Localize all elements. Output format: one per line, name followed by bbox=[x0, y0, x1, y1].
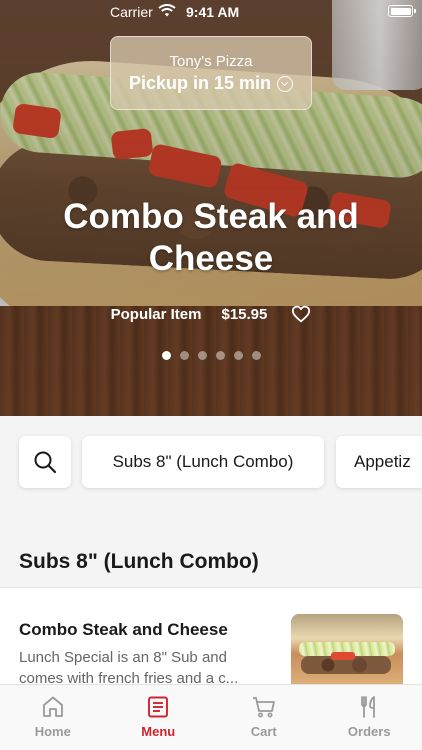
tab-menu[interactable]: Menu bbox=[106, 685, 212, 750]
section-header: Subs 8" (Lunch Combo) bbox=[0, 510, 422, 588]
cart-icon bbox=[252, 697, 275, 718]
tab-home[interactable]: Home bbox=[0, 685, 106, 750]
carousel-dot[interactable] bbox=[197, 351, 207, 360]
clock: 9:41 AM bbox=[186, 4, 240, 20]
menu-item-description: Lunch Special is an 8" Sub and comes wit… bbox=[19, 649, 239, 684]
fork-knife-icon bbox=[361, 696, 376, 718]
store-name: Tony's Pizza bbox=[169, 53, 253, 70]
carousel-dot[interactable] bbox=[215, 351, 225, 360]
home-icon bbox=[42, 696, 63, 717]
hero-price: $15.95 bbox=[221, 305, 268, 323]
tab-menu-label: Menu bbox=[141, 724, 176, 739]
pickup-time: Pickup in 15 min bbox=[128, 73, 294, 94]
search-icon bbox=[34, 451, 57, 474]
menu-item-card[interactable]: Combo Steak and Cheese Lunch Special is … bbox=[0, 588, 422, 684]
popular-badge: Popular Item bbox=[110, 305, 202, 323]
carrier-label: Carrier bbox=[110, 4, 153, 20]
app-screen: Carrier 9:41 AM Tony's Pizza Pickup in 1… bbox=[0, 0, 422, 750]
carousel-dot[interactable] bbox=[161, 351, 171, 360]
carousel-dot[interactable] bbox=[233, 351, 243, 360]
tab-orders[interactable]: Orders bbox=[317, 685, 422, 750]
battery-icon bbox=[388, 5, 416, 17]
category-bar: Subs 8" (Lunch Combo) Appetiz bbox=[0, 416, 422, 510]
tab-orders-label: Orders bbox=[347, 724, 391, 739]
menu-item-image bbox=[291, 614, 403, 684]
menu-icon bbox=[148, 696, 169, 718]
pickup-time-label: Pickup in 15 min bbox=[128, 73, 272, 93]
category-chip-subs[interactable]: Subs 8" (Lunch Combo) bbox=[82, 436, 324, 488]
menu-item-name: Combo Steak and Cheese bbox=[19, 620, 228, 639]
tab-bar: Home Menu Cart Orders bbox=[0, 684, 422, 750]
carousel-dot[interactable] bbox=[251, 351, 261, 360]
pickup-selector[interactable]: Tony's Pizza Pickup in 15 min bbox=[110, 36, 312, 110]
wifi-icon bbox=[158, 4, 176, 17]
search-button[interactable] bbox=[19, 436, 71, 488]
hero-banner[interactable]: Carrier 9:41 AM Tony's Pizza Pickup in 1… bbox=[0, 0, 422, 416]
tab-cart-label: Cart bbox=[250, 724, 277, 739]
category-chip-appetizers[interactable]: Appetiz bbox=[336, 436, 422, 488]
tab-cart[interactable]: Cart bbox=[211, 685, 317, 750]
tab-home-label: Home bbox=[34, 724, 71, 739]
section-title: Subs 8" (Lunch Combo) bbox=[19, 550, 259, 573]
heart-icon[interactable] bbox=[291, 305, 311, 323]
carousel-indicator[interactable] bbox=[0, 351, 422, 360]
status-bar: Carrier 9:41 AM bbox=[0, 0, 422, 26]
chevron-down-icon bbox=[277, 75, 294, 92]
carousel-dot[interactable] bbox=[179, 351, 189, 360]
hero-title: Combo Steak and Cheese bbox=[63, 197, 359, 278]
hero-meta: Popular Item $15.95 bbox=[0, 305, 422, 323]
